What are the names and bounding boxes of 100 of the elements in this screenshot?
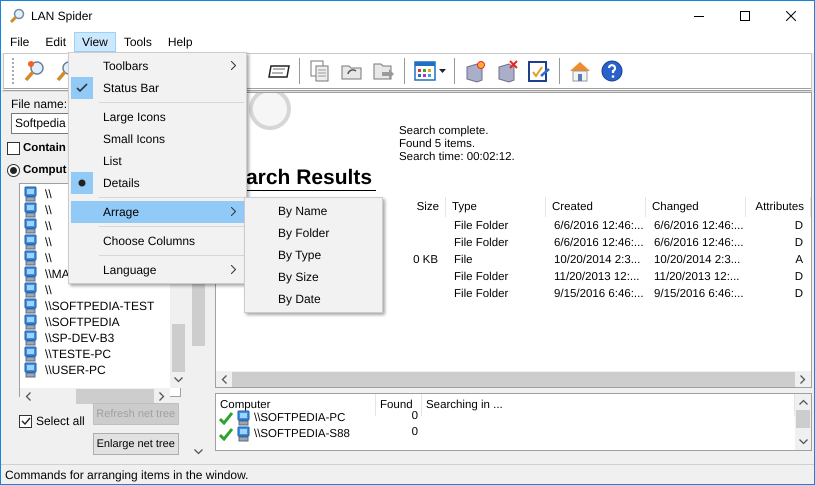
scroll-left-icon[interactable] — [221, 374, 227, 384]
menu-item[interactable]: By Size — [247, 266, 380, 288]
table-cell: File — [454, 254, 473, 266]
menu-bar-item[interactable]: Edit — [37, 32, 74, 52]
column-header[interactable]: Computer — [220, 399, 270, 411]
menu-item[interactable]: Large Icons — [71, 106, 244, 128]
computer-name[interactable]: \\SOFTPEDIA — [45, 315, 120, 329]
computer-icon — [24, 346, 37, 362]
menu-item[interactable]: By Type — [247, 244, 380, 266]
table-cell: D — [794, 270, 803, 282]
computer-name[interactable]: \\TESTE-PC — [45, 347, 112, 361]
computer-icon — [24, 362, 37, 378]
table-cell: D — [794, 288, 803, 300]
computer-icon — [24, 298, 37, 314]
computer-icon — [237, 410, 250, 426]
scroll-down-icon[interactable] — [194, 449, 202, 455]
menu-item[interactable]: List — [71, 150, 244, 172]
computer-icon — [24, 202, 37, 218]
scroll-left-icon[interactable] — [25, 392, 31, 401]
computer-icon — [24, 186, 37, 202]
table-cell: 11/20/2013 12:... — [654, 270, 740, 282]
computer-icon — [237, 426, 250, 442]
radio-button[interactable] — [7, 164, 20, 176]
table-cell: 0 — [412, 426, 418, 438]
computer-icon — [24, 266, 37, 282]
checklist-icon[interactable] — [527, 59, 551, 83]
computer-name[interactable]: \\ — [45, 251, 52, 265]
menu-item[interactable]: By Name — [247, 200, 380, 222]
menu-bar-item[interactable]: File — [2, 32, 38, 52]
column-header[interactable]: Type — [452, 201, 477, 213]
computer-name[interactable]: \\ — [45, 187, 52, 201]
table-cell: D — [794, 236, 803, 248]
computer-name[interactable]: \\ — [45, 219, 52, 233]
menu-item[interactable]: By Date — [247, 288, 380, 310]
chevron-right-icon — [231, 61, 236, 70]
computer-name[interactable]: \\ — [45, 203, 52, 217]
scroll-down-icon[interactable] — [174, 377, 182, 383]
chevron-right-icon — [231, 207, 236, 216]
help-icon[interactable] — [600, 59, 624, 83]
column-header[interactable]: Created — [552, 201, 593, 213]
menu-bar-item[interactable]: View — [74, 32, 116, 52]
computer-icon — [24, 250, 37, 266]
table-cell: 9/15/2016 6:46:... — [554, 288, 644, 300]
computer-name[interactable]: \\USER-PC — [45, 363, 106, 377]
computer-name[interactable]: \\MA — [45, 267, 70, 281]
menu-item[interactable]: Choose Columns — [71, 230, 244, 252]
table-cell: 6/6/2016 12:46:... — [654, 236, 744, 248]
computer-name[interactable]: \\SP-DEV-B3 — [45, 331, 114, 345]
menu-item[interactable]: Small Icons — [71, 128, 244, 150]
column-header[interactable]: Found — [380, 399, 413, 411]
maximize-icon[interactable] — [740, 11, 750, 21]
menu-item[interactable]: By Folder — [247, 222, 380, 244]
table-cell: 10/20/2014 2:3... — [554, 254, 640, 266]
table-cell: 11/20/2013 12:... — [554, 270, 640, 282]
computer-icon — [24, 282, 37, 298]
checkbox[interactable] — [7, 142, 20, 154]
tree-button[interactable]: Enlarge net tree — [92, 433, 179, 455]
house-icon[interactable] — [568, 59, 592, 83]
computer-icon — [24, 330, 37, 346]
status-text: Search complete. — [399, 125, 490, 138]
column-header[interactable]: Searching in ... — [426, 399, 503, 411]
table-cell: 0 — [412, 410, 418, 422]
grid-view-icon[interactable] — [413, 59, 437, 83]
computer-icon — [24, 218, 37, 234]
close-icon[interactable] — [786, 11, 796, 21]
computer-icon — [24, 314, 37, 330]
scroll-right-icon[interactable] — [159, 392, 165, 401]
table-cell: D — [794, 220, 803, 232]
menu-item[interactable]: Language — [71, 259, 244, 281]
menu-item[interactable]: Arrage — [71, 201, 244, 223]
table-cell: 10/20/2014 2:3... — [654, 254, 740, 266]
table-cell: 6/6/2016 12:46:... — [654, 220, 744, 232]
table-cell: \\SOFTPEDIA-PC — [254, 412, 346, 424]
column-header[interactable]: Attributes — [755, 201, 804, 213]
column-header[interactable]: Size — [416, 201, 439, 213]
menu-item[interactable]: Toolbars — [71, 55, 244, 77]
checkbox-label: Select all — [36, 414, 85, 428]
dropdown-caret-icon[interactable] — [439, 69, 446, 73]
checkbox[interactable] — [19, 414, 32, 428]
table-cell: A — [795, 254, 803, 266]
scroll-down-icon[interactable] — [798, 439, 808, 445]
computer-name[interactable]: \\ — [45, 235, 52, 249]
status-bar-text: Commands for arranging items in the window. — [5, 468, 248, 482]
menu-item[interactable]: Status Bar — [71, 77, 244, 99]
menu-item[interactable]: Details — [71, 172, 244, 194]
menu-bar-item[interactable]: Help — [160, 32, 201, 52]
table-cell: 6/6/2016 12:46:... — [554, 220, 644, 232]
status-text: Search time: 00:02:12. — [399, 151, 515, 164]
column-header[interactable]: Changed — [652, 201, 699, 213]
field-label: File name: — [11, 97, 68, 111]
table-cell: File Folder — [454, 220, 508, 232]
computer-name[interactable]: \\SOFTPEDIA-TEST — [45, 299, 154, 313]
table-cell: 9/15/2016 6:46:... — [654, 288, 744, 300]
menu-bar-item[interactable]: Tools — [116, 32, 160, 52]
scroll-up-icon[interactable] — [798, 399, 808, 405]
checkbox-label: Contain — [23, 142, 66, 154]
radio-label: Comput — [23, 164, 66, 176]
computer-name[interactable]: \\ — [45, 283, 52, 297]
magnifier-icon — [9, 8, 25, 24]
scroll-right-icon[interactable] — [800, 374, 806, 384]
